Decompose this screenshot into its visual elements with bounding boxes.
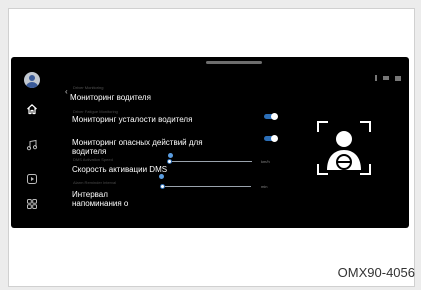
- apps-icon: [27, 199, 37, 209]
- fatigue-monitoring-label: Мониторинг усталости водителя: [72, 115, 193, 124]
- interval-marker: [159, 174, 164, 179]
- avatar[interactable]: [23, 71, 41, 89]
- driver-monitor-icon: [317, 121, 371, 175]
- dms-speed-label: Скорость активации DMS: [72, 165, 168, 174]
- home-button[interactable]: [23, 100, 41, 118]
- speed-unit: km/h: [261, 159, 270, 164]
- dangerous-actions-label: Мониторинг опасных действий для водителя: [72, 138, 203, 156]
- apps-button[interactable]: [23, 195, 41, 213]
- home-icon: [27, 104, 37, 115]
- signal-icon: [383, 76, 389, 80]
- breadcrumb: Driver Monitoring: [73, 85, 104, 90]
- bluetooth-icon: [375, 75, 377, 81]
- music-button[interactable]: [23, 136, 41, 154]
- ghost-label-interval: Alarm Reminder Interval: [73, 180, 117, 185]
- dangerous-actions-toggle[interactable]: [264, 135, 278, 142]
- music-icon: [26, 139, 38, 151]
- fatigue-monitoring-toggle[interactable]: [264, 113, 278, 120]
- drag-handle[interactable]: [206, 61, 262, 64]
- media-icon: [27, 174, 37, 184]
- status-bar: [375, 75, 401, 81]
- infotainment-screen: ‹ Driver Monitoring Мониторинг водителя …: [11, 57, 409, 228]
- speed-slider-track[interactable]: [168, 161, 252, 162]
- page-title: Мониторинг водителя: [70, 93, 151, 102]
- wifi-icon: [395, 75, 401, 81]
- sidebar: [11, 57, 53, 228]
- interval-slider-track[interactable]: [161, 186, 251, 187]
- ghost-label-speed: DMS Activation Speed: [73, 157, 113, 162]
- interval-slider-handle[interactable]: [160, 184, 165, 189]
- speed-slider-handle[interactable]: [167, 159, 172, 164]
- media-button[interactable]: [23, 170, 41, 188]
- speed-marker: [168, 153, 173, 158]
- interval-unit: min: [261, 184, 268, 189]
- user-icon: [24, 72, 40, 88]
- figure-id: OMX90-4056: [337, 265, 415, 280]
- ghost-label-fatigue: Driver Fatigue Monitoring: [73, 109, 118, 114]
- back-button[interactable]: ‹: [65, 87, 68, 96]
- chevron-left-icon: ‹: [65, 87, 68, 96]
- reminder-interval-label: Интервал напоминания о: [72, 190, 129, 208]
